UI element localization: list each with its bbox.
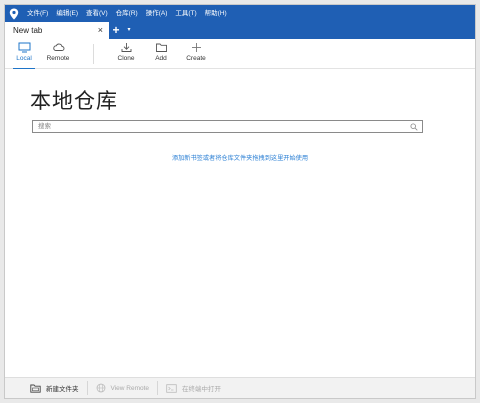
remote-label: Remote (46, 55, 70, 62)
search-icon (410, 123, 418, 131)
tab-new-tab[interactable]: New tab × (5, 22, 109, 39)
menu-tools[interactable]: 工具(T) (171, 5, 200, 22)
search-box (32, 120, 423, 133)
tab-close-icon[interactable]: × (98, 26, 103, 35)
tab-title: New tab (13, 26, 43, 35)
view-remote-button[interactable]: View Remote (90, 378, 156, 399)
menu-help[interactable]: 帮助(H) (201, 5, 231, 22)
view-remote-label: View Remote (110, 384, 150, 392)
menu-actions[interactable]: 操作(A) (142, 5, 172, 22)
add-tab-button[interactable]: + (109, 22, 123, 39)
globe-icon (96, 383, 105, 393)
local-tab-button[interactable]: Local (9, 42, 39, 69)
monitor-icon (18, 42, 30, 53)
download-icon (121, 43, 131, 52)
new-folder-button[interactable]: 新建文件夹 (5, 378, 85, 399)
add-bookmark-hint-link[interactable]: 添加新书签或者将仓库文件夹拖拽到这里开始使用 (5, 153, 475, 162)
tab-list-dropdown-icon[interactable]: ▾ (123, 22, 135, 39)
cloud-icon (52, 43, 64, 51)
new-folder-icon (30, 384, 41, 393)
tab-strip: New tab × + ▾ (5, 22, 475, 39)
folder-icon (155, 43, 167, 52)
create-button[interactable]: Create (181, 42, 211, 67)
bottom-bar: 新建文件夹 View Remote 在终端中打开 (5, 377, 475, 398)
open-in-terminal-label: 在终端中打开 (182, 386, 222, 393)
menu-edit[interactable]: 编辑(E) (52, 5, 82, 22)
clone-label: Clone (117, 55, 135, 62)
clone-button[interactable]: Clone (111, 42, 141, 67)
search-input[interactable] (33, 121, 403, 132)
plus-icon (191, 43, 201, 52)
add-label: Add (155, 55, 167, 62)
new-folder-label: 新建文件夹 (46, 386, 79, 393)
remote-tab-button[interactable]: Remote (43, 42, 73, 67)
menu: 文件(F) 编辑(E) 查看(V) 仓库(R) 操作(A) 工具(T) 帮助(H… (23, 5, 231, 22)
create-label: Create (186, 55, 206, 62)
page-title: 本地仓库 (30, 89, 118, 113)
menu-file[interactable]: 文件(F) (23, 5, 52, 22)
menu-repository[interactable]: 仓库(R) (112, 5, 142, 22)
open-in-terminal-button[interactable]: 在终端中打开 (160, 378, 227, 399)
app-window: 文件(F) 编辑(E) 查看(V) 仓库(R) 操作(A) 工具(T) 帮助(H… (4, 4, 476, 399)
menu-view[interactable]: 查看(V) (82, 5, 112, 22)
toolbar: Local Remote Clone Add Create (5, 39, 475, 69)
toolbar-divider (93, 44, 94, 64)
add-button[interactable]: Add (146, 42, 176, 67)
app-logo-icon (5, 5, 23, 22)
local-label: Local (16, 55, 32, 62)
bottom-bar-divider (157, 381, 159, 395)
bottom-bar-divider (86, 381, 88, 395)
terminal-icon (166, 383, 177, 393)
menu-bar: 文件(F) 编辑(E) 查看(V) 仓库(R) 操作(A) 工具(T) 帮助(H… (5, 5, 475, 22)
